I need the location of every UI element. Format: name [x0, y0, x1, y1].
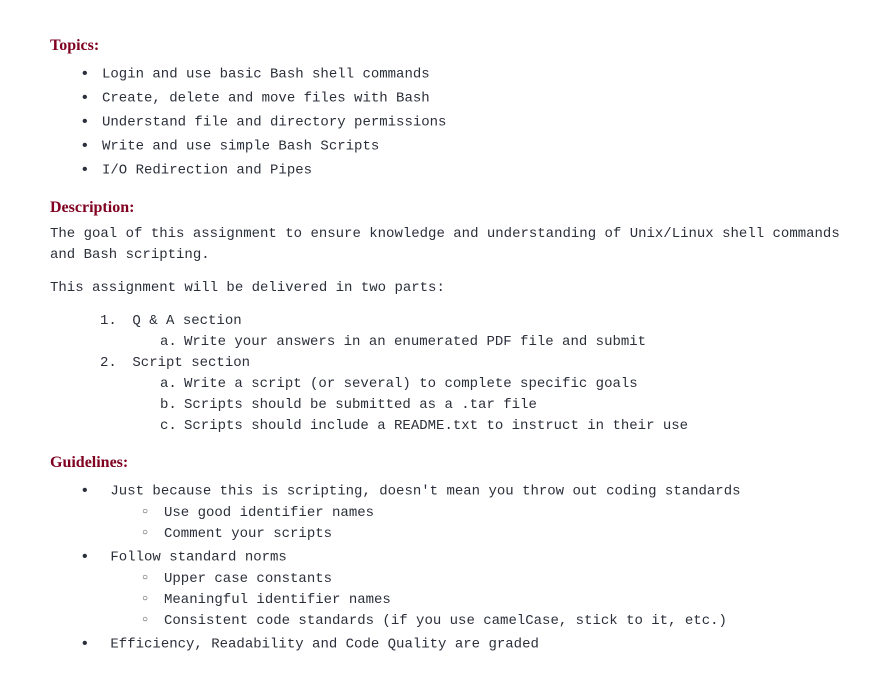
list-item: Login and use basic Bash shell commands	[80, 62, 842, 86]
sub-list: Write a script (or several) to complete …	[160, 374, 842, 437]
topic-text: Write and use simple Bash Scripts	[102, 139, 379, 155]
topics-heading: Topics:	[50, 34, 842, 58]
sub-text: Scripts should include a README.txt to i…	[184, 418, 688, 434]
list-item: Follow standard norms Upper case constan…	[80, 545, 842, 632]
description-paragraph: The goal of this assignment to ensure kn…	[50, 224, 842, 266]
list-item: I/O Redirection and Pipes	[80, 158, 842, 182]
guideline-text: Follow standard norms	[110, 550, 286, 566]
guideline-text: Efficiency, Readability and Code Quality…	[110, 637, 538, 653]
sub-text: Upper case constants	[164, 571, 332, 587]
topic-text: I/O Redirection and Pipes	[102, 163, 312, 179]
list-item: Use good identifier names	[142, 503, 842, 524]
list-item: Scripts should include a README.txt to i…	[160, 416, 842, 437]
list-item: Create, delete and move files with Bash	[80, 86, 842, 110]
list-item: Write and use simple Bash Scripts	[80, 134, 842, 158]
list-item: Q & A section Write your answers in an e…	[100, 311, 842, 353]
sub-text: Write a script (or several) to complete …	[184, 376, 638, 392]
description-parts-list: Q & A section Write your answers in an e…	[100, 311, 842, 437]
list-item: Meaningful identifier names	[142, 590, 842, 611]
topic-text: Understand file and directory permission…	[102, 115, 446, 131]
list-item: Write a script (or several) to complete …	[160, 374, 842, 395]
sub-text: Use good identifier names	[164, 505, 374, 521]
guidelines-list: Just because this is scripting, doesn't …	[80, 479, 842, 656]
sub-list: Write your answers in an enumerated PDF …	[160, 332, 842, 353]
list-item: Scripts should be submitted as a .tar fi…	[160, 395, 842, 416]
sub-text: Scripts should be submitted as a .tar fi…	[184, 397, 537, 413]
list-item: Efficiency, Readability and Code Quality…	[80, 632, 842, 656]
sub-list: Use good identifier names Comment your s…	[142, 503, 842, 545]
sub-list: Upper case constants Meaningful identifi…	[142, 569, 842, 632]
list-item: Upper case constants	[142, 569, 842, 590]
list-item: Comment your scripts	[142, 524, 842, 545]
description-paragraph: This assignment will be delivered in two…	[50, 278, 842, 299]
sub-text: Consistent code standards (if you use ca…	[164, 613, 727, 629]
list-item: Write your answers in an enumerated PDF …	[160, 332, 842, 353]
sub-text: Write your answers in an enumerated PDF …	[184, 334, 646, 350]
list-item: Consistent code standards (if you use ca…	[142, 611, 842, 632]
guidelines-heading: Guidelines:	[50, 451, 842, 475]
list-item: Script section Write a script (or severa…	[100, 353, 842, 437]
part-label: Script section	[132, 355, 250, 371]
sub-text: Comment your scripts	[164, 526, 332, 542]
list-item: Understand file and directory permission…	[80, 110, 842, 134]
description-heading: Description:	[50, 196, 842, 220]
guideline-text: Just because this is scripting, doesn't …	[110, 484, 740, 500]
part-label: Q & A section	[132, 313, 241, 329]
sub-text: Meaningful identifier names	[164, 592, 391, 608]
topic-text: Create, delete and move files with Bash	[102, 91, 430, 107]
topic-text: Login and use basic Bash shell commands	[102, 67, 430, 83]
topics-list: Login and use basic Bash shell commands …	[80, 62, 842, 182]
list-item: Just because this is scripting, doesn't …	[80, 479, 842, 545]
